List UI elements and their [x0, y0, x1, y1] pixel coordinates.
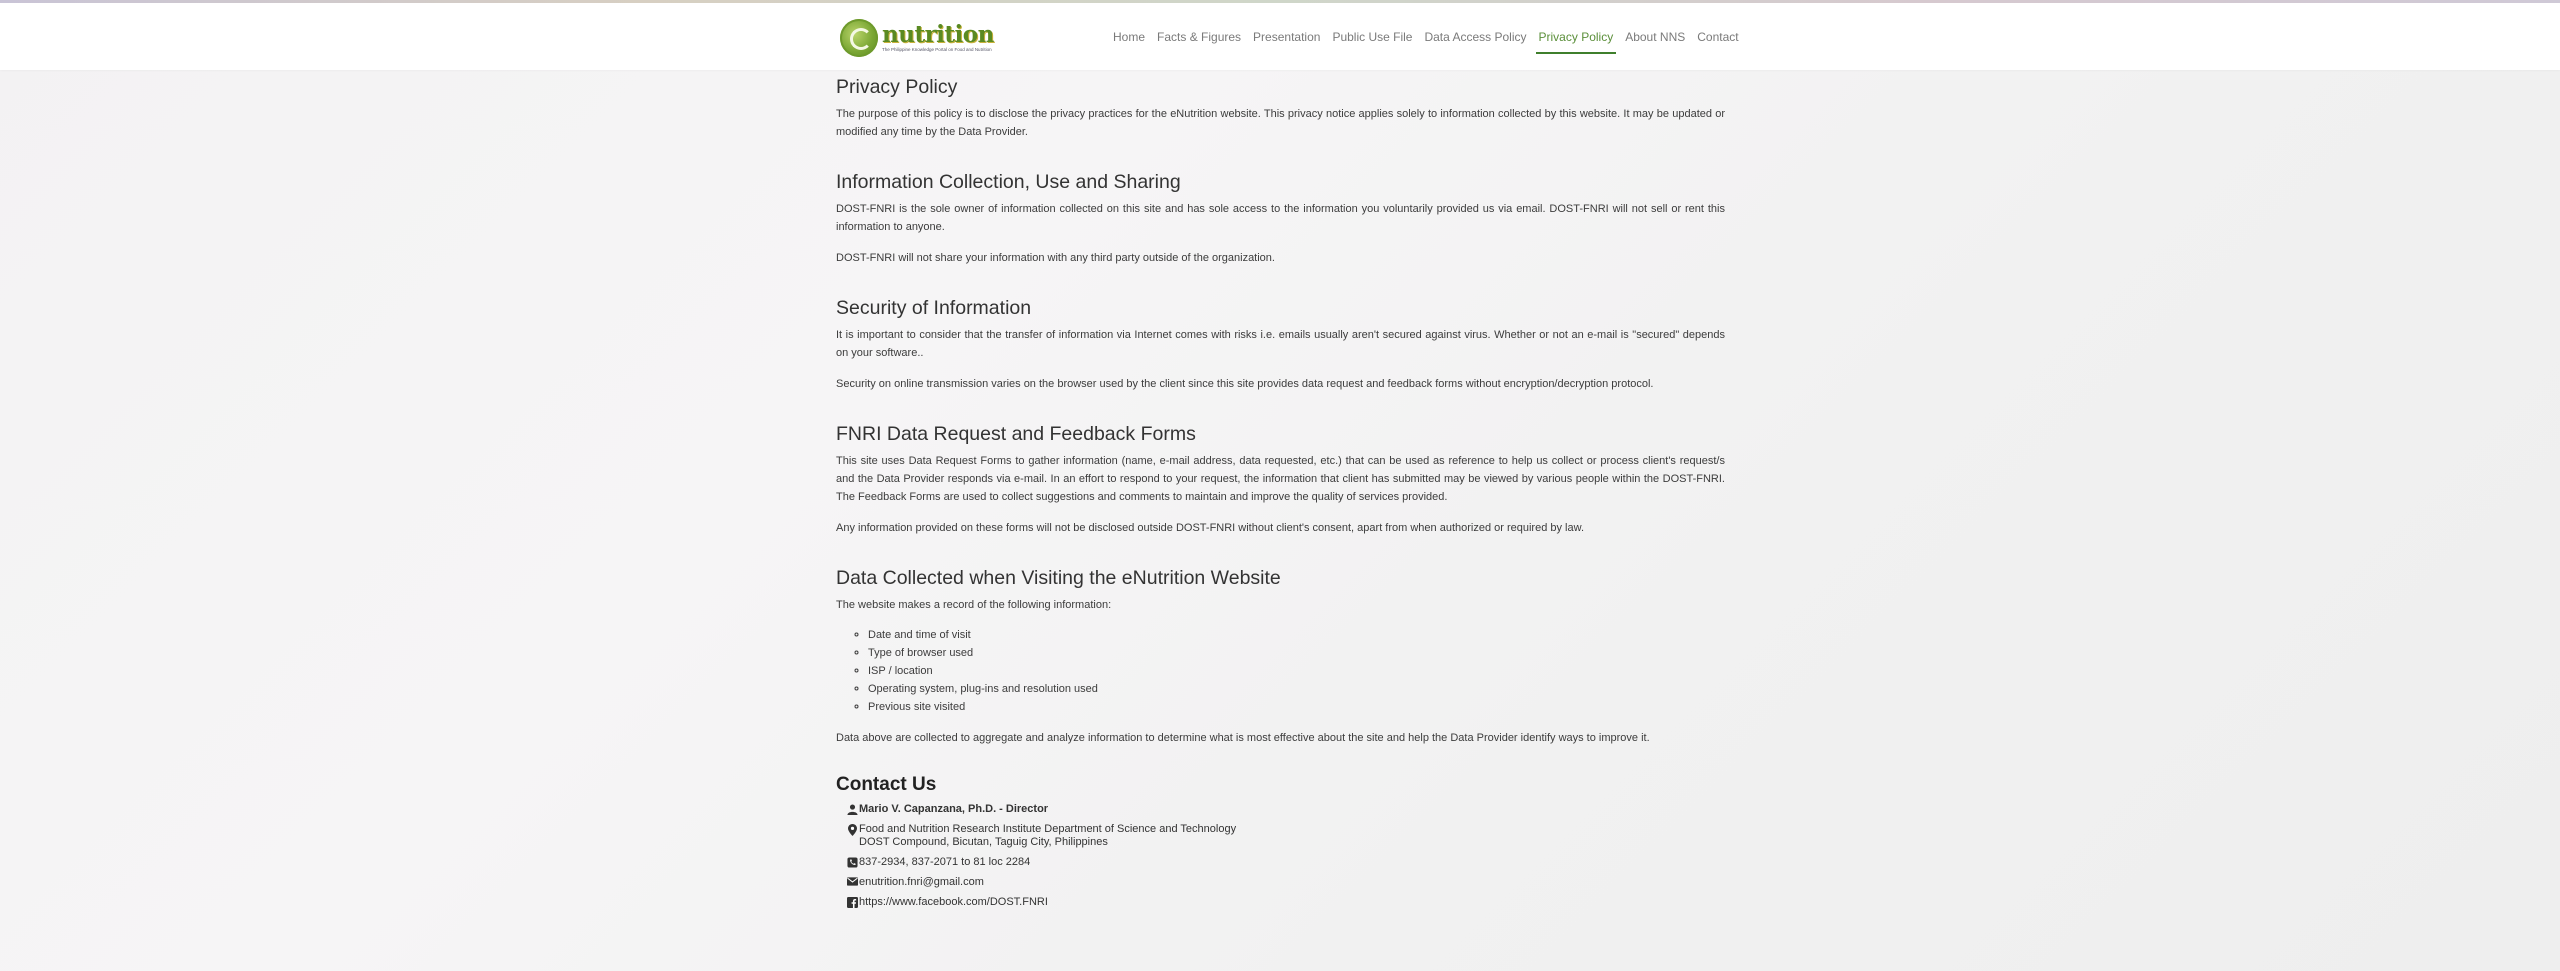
logo-text: nutrition The Philippine Knowledge Porta… [882, 23, 994, 53]
map-marker-icon [846, 824, 859, 836]
contact-title: Contact Us [836, 774, 937, 795]
contact-address-line-1: Food and Nutrition Research Institute De… [859, 823, 1237, 835]
list-item: Previous site visited [868, 698, 1725, 716]
nav-about-nns[interactable]: About NNS [1619, 3, 1691, 70]
contact-facebook-link[interactable]: https://www.facebook.com/DOST.FNRI [859, 896, 1048, 909]
user-icon [846, 804, 859, 815]
section-heading: Security of Information [836, 297, 1032, 319]
contact-list: Mario V. Capanzana, Ph.D. - Director Foo… [836, 803, 1725, 909]
enutrition-logo[interactable]: nutrition The Philippine Knowledge Porta… [840, 18, 994, 58]
section-forms: FNRI Data Request and Feedback Forms Thi… [836, 421, 1725, 537]
phone-icon [846, 857, 859, 868]
contact-person-row: Mario V. Capanzana, Ph.D. - Director [846, 803, 1725, 816]
section-privacy-policy: Privacy Policy The purpose of this polic… [836, 74, 1725, 141]
collection-paragraph-1: DOST-FNRI is the sole owner of informati… [836, 203, 1725, 233]
section-security: Security of Information It is important … [836, 295, 1725, 393]
section-information-collection: Information Collection, Use and Sharing … [836, 169, 1725, 267]
forms-paragraph-1: This site uses Data Request Forms to gat… [836, 455, 1725, 503]
section-heading: Information Collection, Use and Sharing [836, 171, 1181, 193]
main-content: Privacy Policy The purpose of this polic… [836, 74, 1725, 916]
contact-email-row: enutrition.fnri@gmail.com [846, 876, 1725, 889]
section-heading: Data Collected when Visiting the eNutrit… [836, 567, 1281, 589]
nav-privacy-policy[interactable]: Privacy Policy [1533, 3, 1620, 70]
contact-address-row: Food and Nutrition Research Institute De… [846, 823, 1725, 849]
contact-email-link[interactable]: enutrition.fnri@gmail.com [859, 876, 984, 889]
data-collected-intro: The website makes a record of the follow… [836, 599, 1112, 611]
contact-phone: 837-2934, 837-2071 to 81 loc 2284 [859, 856, 1031, 868]
list-item: ISP / location [868, 662, 1725, 680]
section-heading: FNRI Data Request and Feedback Forms [836, 423, 1196, 445]
facebook-icon [846, 897, 859, 908]
logo-tagline: The Philippine Knowledge Portal on Food … [882, 47, 992, 53]
data-collected-outro: Data above are collected to aggregate an… [836, 732, 1650, 744]
nav-contact[interactable]: Contact [1691, 3, 1744, 70]
nav-public-use-file[interactable]: Public Use File [1326, 3, 1418, 70]
nav-presentation[interactable]: Presentation [1247, 3, 1326, 70]
envelope-icon [846, 877, 859, 886]
section-contact: Contact Us Mario V. Capanzana, Ph.D. - D… [836, 772, 1725, 909]
list-item: Date and time of visit [868, 626, 1725, 644]
main-nav: Home Facts & Figures Presentation Public… [1107, 3, 1745, 70]
security-paragraph-1: It is important to consider that the tra… [836, 329, 1725, 359]
section-data-collected: Data Collected when Visiting the eNutrit… [836, 565, 1725, 747]
nav-facts-figures[interactable]: Facts & Figures [1151, 3, 1247, 70]
contact-facebook-row: https://www.facebook.com/DOST.FNRI [846, 896, 1725, 909]
contact-address-line-2: DOST Compound, Bicutan, Taguig City, Phi… [859, 836, 1108, 848]
data-collected-list: Date and time of visit Type of browser u… [836, 626, 1725, 716]
nav-data-access-policy[interactable]: Data Access Policy [1418, 3, 1532, 70]
enutrition-logo-mark [840, 19, 878, 57]
security-paragraph-2: Security on online transmission varies o… [836, 378, 1654, 390]
page-title: Privacy Policy [836, 76, 958, 98]
forms-paragraph-2: Any information provided on these forms … [836, 522, 1585, 534]
list-item: Type of browser used [868, 644, 1725, 662]
nav-home[interactable]: Home [1107, 3, 1151, 70]
privacy-paragraph: The purpose of this policy is to disclos… [836, 108, 1725, 138]
logo-wordmark: nutrition [882, 21, 994, 49]
collection-paragraph-2: DOST-FNRI will not share your informatio… [836, 252, 1275, 264]
contact-person: Mario V. Capanzana, Ph.D. - Director [859, 803, 1049, 815]
contact-phone-row: 837-2934, 837-2071 to 81 loc 2284 [846, 856, 1725, 869]
list-item: Operating system, plug-ins and resolutio… [868, 680, 1725, 698]
